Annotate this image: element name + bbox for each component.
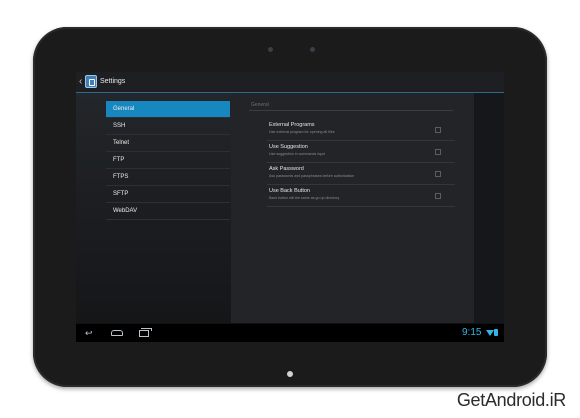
use-back-button-checkbox[interactable] [435,193,441,199]
divider [106,219,230,220]
section-divider [249,110,453,111]
divider [267,206,455,207]
battery-icon [494,329,498,336]
category-ftp[interactable]: FTP [106,152,230,168]
ask-password-checkbox[interactable] [435,171,441,177]
front-camera [310,47,315,52]
category-ssh[interactable]: SSH [106,118,230,134]
category-ftps[interactable]: FTPS [106,169,230,185]
pref-use-back-button[interactable]: Use Back Button Back button will the sam… [251,185,455,207]
use-suggestion-checkbox[interactable] [435,149,441,155]
category-general[interactable]: General [106,101,230,117]
recent-apps-icon[interactable] [139,328,152,337]
action-bar: ‹ Settings [76,72,504,93]
front-sensor [268,47,273,52]
pref-summary: Ask passwords and passphrases before aut… [269,174,355,178]
app-logo-icon[interactable] [85,75,97,88]
section-header: General [251,102,269,108]
pref-title: Ask Password [269,166,304,172]
category-telnet[interactable]: Telnet [106,135,230,151]
page-title: Settings [100,78,126,85]
home-icon[interactable] [111,330,123,336]
up-chevron-icon[interactable]: ‹ [79,76,82,88]
screen-edge-shadow [474,93,504,323]
watermark-text: GetAndroid.iR [456,390,566,410]
pref-title: Use Suggestion [269,144,308,150]
pref-external-programs[interactable]: External Programs Use external program f… [251,119,455,141]
general-preferences-pane: General External Programs Use external p… [231,93,474,323]
pref-summary: Use suggestion in commands input [269,152,325,156]
category-sftp[interactable]: SFTP [106,186,230,202]
back-icon[interactable]: ↩ [85,328,93,338]
external-programs-checkbox[interactable] [435,127,441,133]
pref-use-suggestion[interactable]: Use Suggestion Use suggestion in command… [251,141,455,163]
pref-summary: Use external program for opening all fil… [269,130,335,134]
pref-summary: Back button will the same as go up direc… [269,196,340,200]
pref-ask-password[interactable]: Ask Password Ask passwords and passphras… [251,163,455,185]
settings-content: General SSH Telnet FTP FTPS SFTP WebDAV … [76,93,504,323]
category-webdav[interactable]: WebDAV [106,203,230,219]
system-navigation-bar: ↩ 9:15 [76,324,504,342]
wifi-icon [486,330,494,336]
pref-title: External Programs [269,122,315,128]
settings-category-list: General SSH Telnet FTP FTPS SFTP WebDAV [106,101,230,323]
pref-title: Use Back Button [269,188,310,194]
device-screen: ‹ Settings General SSH Telnet FTP FTPS S… [76,72,504,342]
notification-light [287,371,293,377]
status-clock[interactable]: 9:15 [462,327,481,339]
